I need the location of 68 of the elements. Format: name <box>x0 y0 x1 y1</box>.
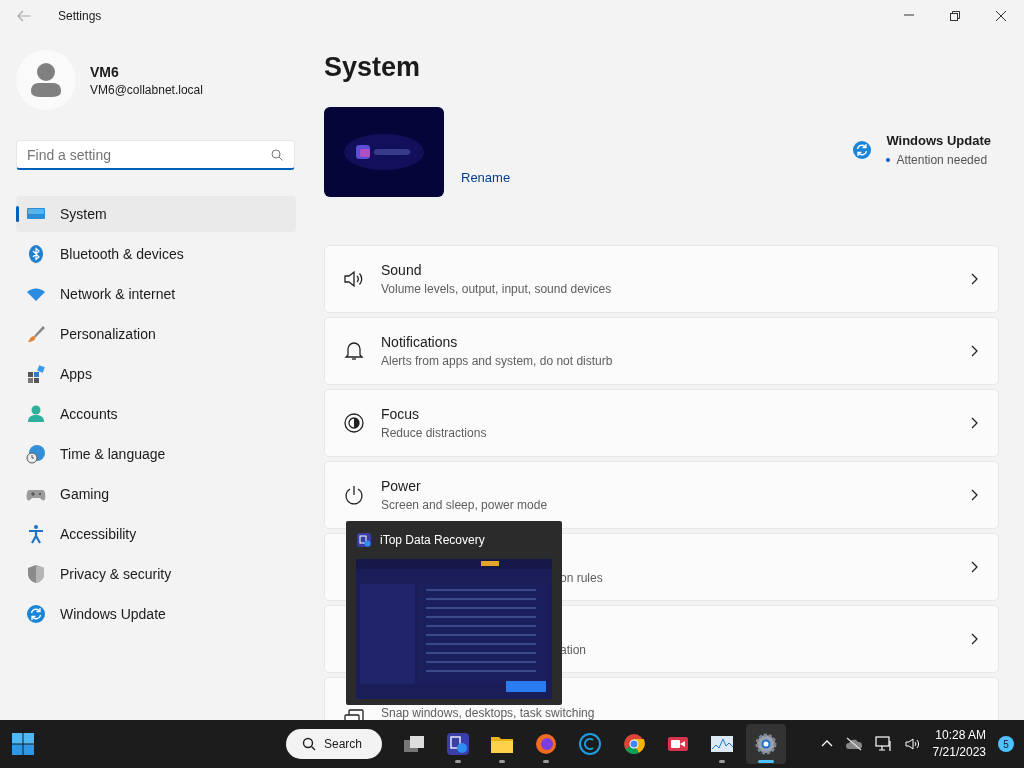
apps-icon <box>26 364 46 384</box>
globe-clock-icon <box>26 444 46 464</box>
setting-title: Notifications <box>381 334 459 350</box>
search-icon[interactable] <box>271 149 283 161</box>
sidebar-item[interactable]: Bluetooth & devices <box>16 236 296 272</box>
preview-title: iTop Data Recovery <box>380 533 485 547</box>
setting-title: Power <box>381 478 422 494</box>
gear-icon <box>754 732 778 756</box>
setting-title: Focus <box>381 406 421 422</box>
setting-card[interactable]: Sound Volume levels, output, input, sound devices <box>324 245 999 313</box>
sidebar-item[interactable]: Accounts <box>16 396 296 432</box>
sidebar-item[interactable]: Time & language <box>16 436 296 472</box>
sidebar-item[interactable]: Network & internet <box>16 276 296 312</box>
clock-time[interactable]: 10:28 AM <box>932 727 986 744</box>
windows-logo-icon <box>11 732 35 756</box>
sidebar-item[interactable]: Windows Update <box>16 596 296 632</box>
shield-icon <box>26 564 46 584</box>
user-email: VM6@collabnet.local <box>90 82 203 97</box>
chrome-browser-icon <box>622 732 646 756</box>
clock-date[interactable]: 7/21/2023 <box>932 744 986 761</box>
app-icon <box>446 732 470 756</box>
sidebar-item[interactable]: Personalization <box>16 316 296 352</box>
page-title: System <box>324 52 422 84</box>
cloud-off-icon[interactable] <box>844 737 863 751</box>
update-status: Attention needed <box>896 153 988 167</box>
taskbar-app[interactable] <box>746 724 786 764</box>
setting-description: Reduce distractions <box>381 426 488 440</box>
power-icon <box>343 484 365 506</box>
update-title[interactable]: Windows Update <box>886 133 991 148</box>
person-icon <box>31 63 61 97</box>
search-field[interactable]: Find a setting <box>16 140 295 170</box>
person-icon <box>26 404 46 424</box>
notification-badge[interactable]: 5 <box>998 736 1014 752</box>
setting-card[interactable]: Focus Reduce distractions <box>324 389 999 457</box>
setting-card[interactable]: Notifications Alerts from apps and system, do not disturb <box>324 317 999 385</box>
setting-description: Volume levels, output, input, sound devices <box>381 282 613 296</box>
app-icon <box>356 532 372 548</box>
user-name: VM6 <box>90 63 120 80</box>
window-title: Settings <box>58 9 103 23</box>
rename-link[interactable]: Rename <box>461 170 853 185</box>
sidebar-item[interactable]: System <box>16 196 296 232</box>
update-icon <box>26 604 46 624</box>
bluetooth-icon <box>26 244 46 264</box>
speaker-icon <box>343 268 365 290</box>
fox-browser-icon <box>534 732 558 756</box>
sidebar-item[interactable]: Gaming <box>16 476 296 512</box>
bell-icon <box>343 340 365 362</box>
volume-icon[interactable] <box>904 736 921 752</box>
update-icon <box>852 140 873 160</box>
setting-card[interactable]: Power Screen and sleep, power mode <box>324 461 999 529</box>
setting-description: Alerts from apps and system, do not disturb <box>381 354 614 368</box>
brush-icon <box>26 324 46 344</box>
setting-description: Screen and sleep, power mode <box>381 498 549 512</box>
accessibility-icon <box>26 524 46 544</box>
search-button[interactable]: Search <box>286 729 382 759</box>
setting-title: Sound <box>381 262 423 278</box>
sidebar-item[interactable]: Accessibility <box>16 516 296 552</box>
network-icon[interactable] <box>874 736 893 752</box>
maximize-icon[interactable] <box>949 10 961 22</box>
sidebar-item[interactable]: Apps <box>16 356 296 392</box>
setting-description: Snap windows, desktops, task switching <box>381 707 596 720</box>
focus-icon <box>343 412 365 434</box>
c-logo-icon <box>578 732 602 756</box>
search-icon <box>302 737 316 751</box>
close-icon[interactable] <box>995 10 1007 22</box>
sidebar-item[interactable]: Privacy & security <box>16 556 296 592</box>
status-dot <box>886 158 891 162</box>
window-preview-tooltip[interactable]: iTop Data Recovery <box>346 521 562 705</box>
